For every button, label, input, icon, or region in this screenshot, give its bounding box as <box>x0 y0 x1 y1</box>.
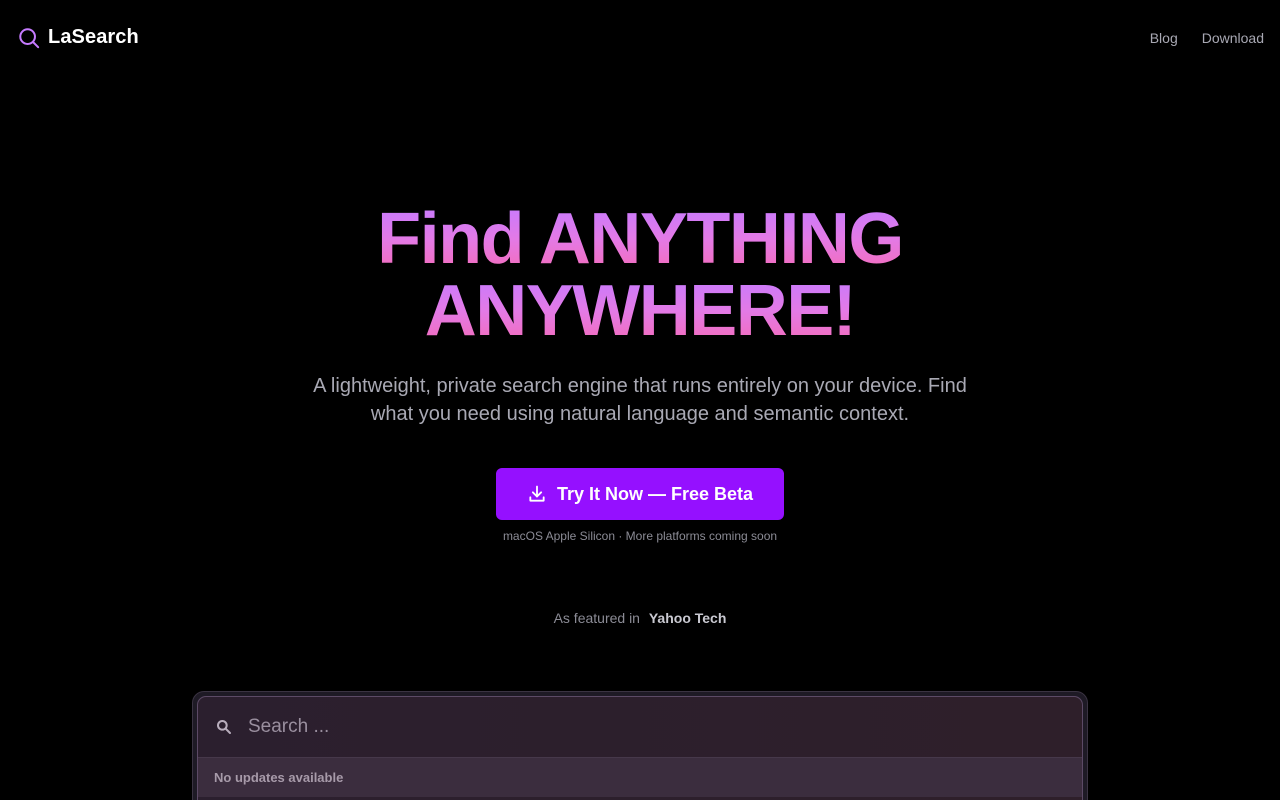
nav-link-blog[interactable]: Blog <box>1150 30 1178 46</box>
app-search-row <box>198 697 1082 757</box>
brand-logo-link[interactable]: LaSearch <box>18 26 139 49</box>
hero-title: Find ANYTHING ANYWHERE! <box>0 203 1280 347</box>
platform-note: macOS Apple Silicon · More platforms com… <box>502 529 778 543</box>
hero-title-line-2: ANYWHERE! <box>0 275 1280 347</box>
update-status: No updates available <box>214 770 344 785</box>
search-icon <box>216 719 232 735</box>
featured-prefix: As featured in <box>553 610 640 626</box>
search-icon <box>18 27 40 49</box>
download-icon <box>527 484 547 504</box>
hero-subtitle: A lightweight, private search engine tha… <box>313 375 967 425</box>
nav-link-download[interactable]: Download <box>1202 30 1264 46</box>
app-preview-panel: No updates available <box>197 696 1083 800</box>
top-nav: LaSearch Blog Download <box>0 0 1280 76</box>
try-it-now-button[interactable]: Try It Now — Free Beta <box>496 468 784 520</box>
brand-name: LaSearch <box>48 26 139 48</box>
app-status-row: No updates available <box>198 757 1082 797</box>
featured-publication: Yahoo Tech <box>648 610 727 626</box>
app-search-input[interactable] <box>248 716 948 738</box>
app-preview-window: No updates available <box>192 691 1088 800</box>
hero-title-line-1: Find ANYTHING <box>0 203 1280 275</box>
try-it-now-label: Try It Now — Free Beta <box>556 483 754 504</box>
featured-in: As featured in Yahoo Tech <box>0 610 1280 626</box>
nav-links: Blog Download <box>1150 30 1264 46</box>
